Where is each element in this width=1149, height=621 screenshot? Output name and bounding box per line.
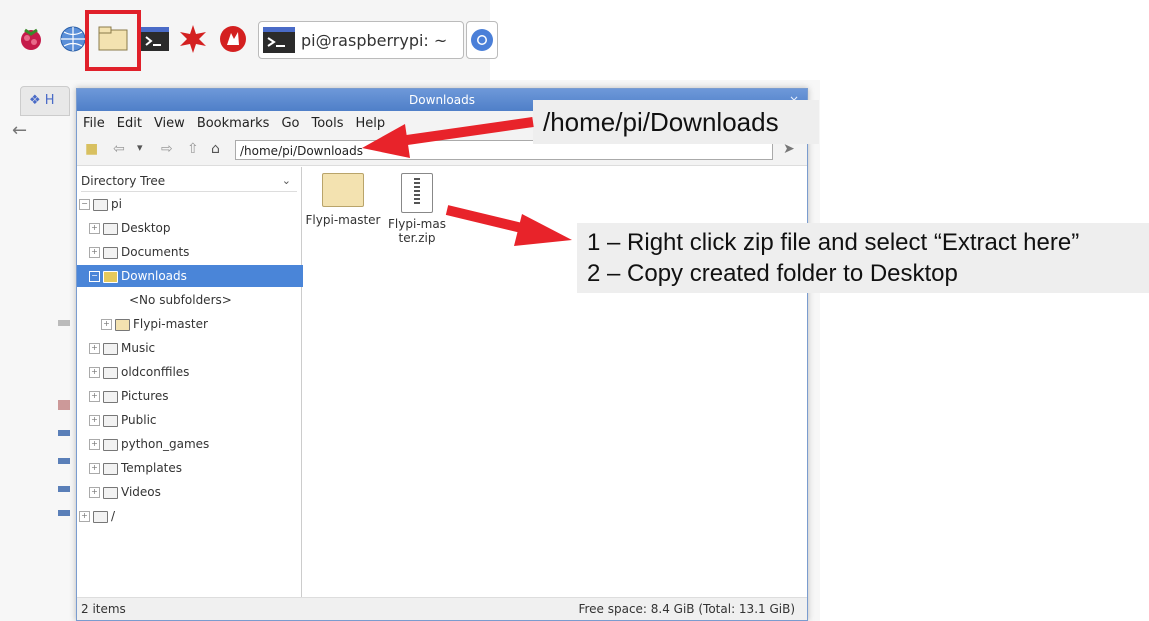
annotation-arrows — [362, 117, 572, 246]
path-arrow — [362, 117, 534, 158]
zip-arrow — [445, 205, 572, 246]
